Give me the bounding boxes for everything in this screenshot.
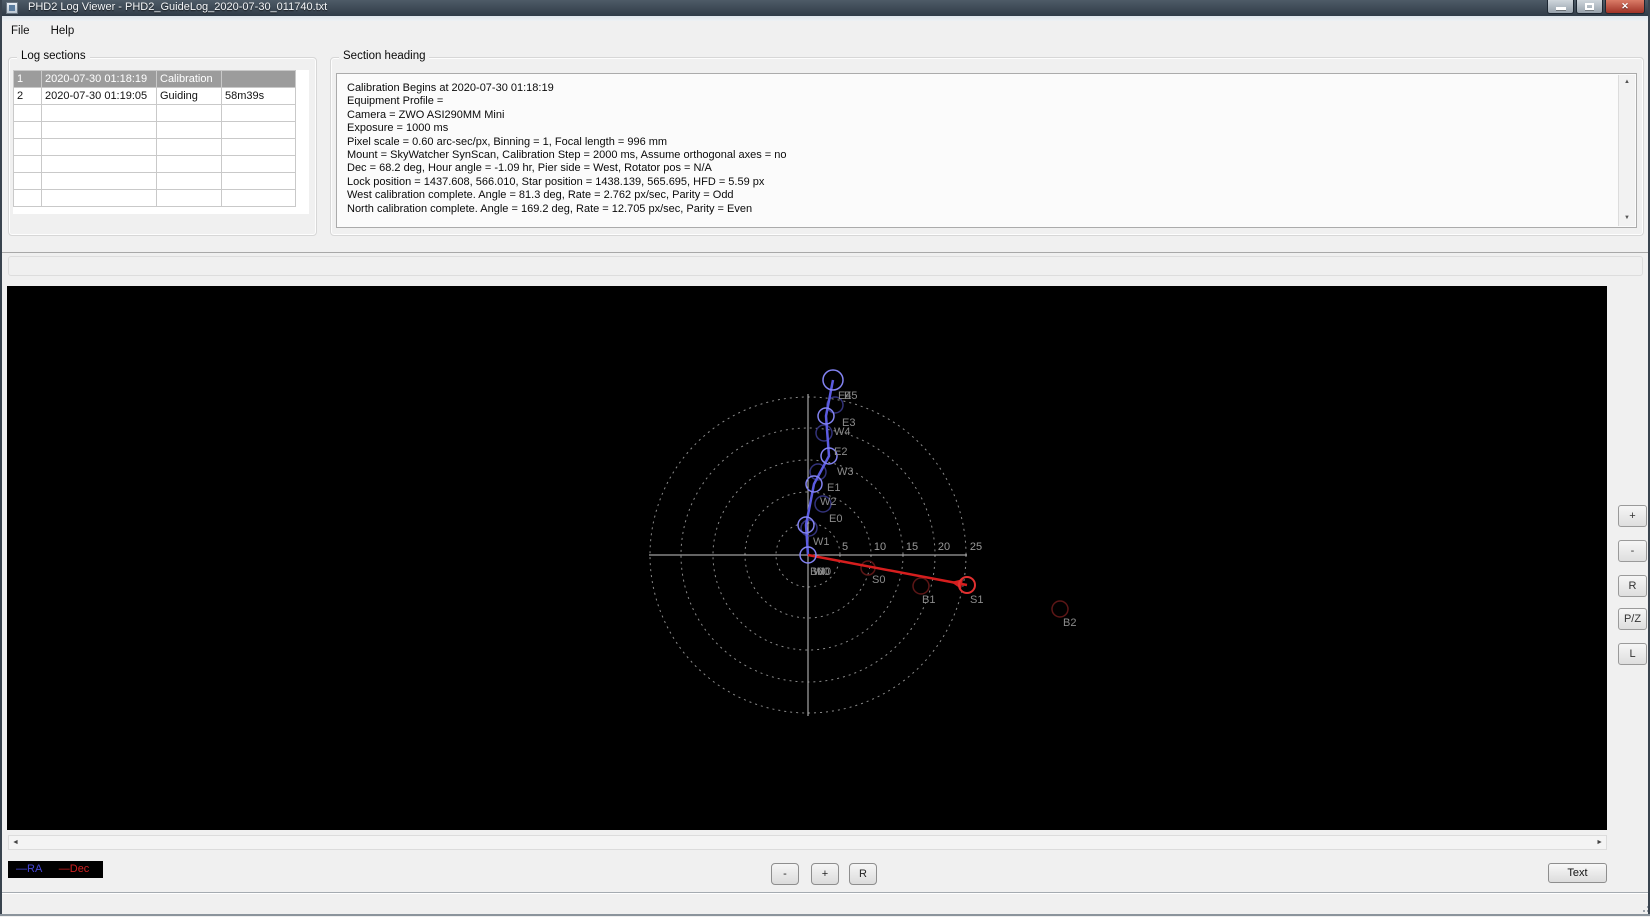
svg-text:10: 10: [874, 541, 886, 553]
scroll-left-icon[interactable]: ◄: [12, 836, 19, 849]
svg-text:B2: B2: [1063, 617, 1076, 629]
collapsed-panel: [8, 256, 1643, 276]
plot-zoom-in-button[interactable]: +: [1618, 505, 1647, 527]
scroll-down-icon[interactable]: ▼: [1619, 211, 1635, 226]
maximize-icon: [1585, 3, 1594, 10]
svg-text:B1: B1: [922, 594, 935, 606]
svg-text:W1: W1: [813, 536, 830, 548]
menu-help[interactable]: Help: [42, 21, 84, 41]
svg-text:W4: W4: [834, 426, 851, 438]
zoom-out-button[interactable]: -: [771, 863, 799, 885]
legend-ra: —RA: [16, 863, 42, 875]
log-section-row[interactable]: 12020-07-30 01:18:19Calibration: [14, 71, 296, 88]
log-section-empty-row: [14, 122, 296, 139]
log-section-empty-row: [14, 156, 296, 173]
svg-text:20: 20: [938, 541, 950, 553]
log-section-empty-row: [14, 139, 296, 156]
section-heading-line: West calibration complete. Angle = 81.3 …: [347, 189, 1614, 202]
scroll-up-icon[interactable]: ▲: [1619, 75, 1635, 90]
reset-button[interactable]: R: [849, 863, 877, 885]
section-heading-line: Mount = SkyWatcher SynScan, Calibration …: [347, 149, 1614, 162]
window-border-left: [0, 0, 2, 916]
section-heading-line: Equipment Profile =: [347, 95, 1614, 108]
svg-text:E2: E2: [834, 446, 847, 458]
svg-text:25: 25: [970, 541, 982, 553]
horizontal-scrollbar[interactable]: ◄ ►: [8, 835, 1607, 850]
minimize-icon: [1556, 7, 1566, 10]
menu-file[interactable]: File: [2, 21, 39, 41]
svg-text:E1: E1: [827, 482, 840, 494]
section-heading-line: Calibration Begins at 2020-07-30 01:18:1…: [347, 82, 1614, 95]
svg-text:W3: W3: [837, 466, 854, 478]
log-section-row[interactable]: 22020-07-30 01:19:05Guiding58m39s: [14, 88, 296, 105]
plot-legend: —RA —Dec: [8, 861, 103, 878]
svg-text:S1: S1: [970, 594, 983, 606]
svg-text:N0: N0: [817, 566, 831, 578]
log-sections-label: Log sections: [17, 50, 90, 62]
zoom-in-button[interactable]: +: [811, 863, 839, 885]
svg-text:E5: E5: [844, 390, 857, 402]
app-icon: [6, 2, 18, 14]
calibration-plot[interactable]: 510152025E4E5E3W4E2W3E1W2E0W1B0W0N0S0B1S…: [7, 286, 1607, 830]
log-sections-table: 12020-07-30 01:18:19Calibration22020-07-…: [13, 70, 296, 207]
pan-zoom-button[interactable]: P/Z: [1618, 608, 1647, 630]
section-heading-line: Exposure = 1000 ms: [347, 122, 1614, 135]
menu-bar: File Help: [0, 21, 1650, 41]
close-button[interactable]: ✕: [1605, 0, 1645, 14]
resize-grip[interactable]: [1643, 910, 1645, 912]
section-heading-label: Section heading: [339, 50, 429, 62]
svg-text:S0: S0: [872, 574, 885, 586]
section-heading-line: Pixel scale = 0.60 arc-sec/px, Binning =…: [347, 136, 1614, 149]
legend-dec: —Dec: [59, 863, 90, 875]
section-heading-line: Camera = ZWO ASI290MM Mini: [347, 109, 1614, 122]
section-heading-line: Dec = 68.2 deg, Hour angle = -1.09 hr, P…: [347, 162, 1614, 175]
scroll-right-icon[interactable]: ►: [1596, 836, 1603, 849]
window-title: PHD2 Log Viewer - PHD2_GuideLog_2020-07-…: [28, 0, 327, 16]
log-section-empty-row: [14, 173, 296, 190]
plot-zoom-out-button[interactable]: -: [1618, 540, 1647, 562]
section-heading-text: Calibration Begins at 2020-07-30 01:18:1…: [347, 82, 1614, 216]
svg-text:15: 15: [906, 541, 918, 553]
plot-reset-button[interactable]: R: [1618, 575, 1647, 597]
log-sections-list[interactable]: 12020-07-30 01:18:19Calibration22020-07-…: [13, 70, 309, 214]
vertical-scrollbar[interactable]: ▲ ▼: [1618, 75, 1635, 226]
log-section-empty-row: [14, 105, 296, 122]
svg-text:5: 5: [842, 541, 848, 553]
section-heading-line: Lock position = 1437.608, 566.010, Star …: [347, 176, 1614, 189]
calibration-plot-svg[interactable]: 510152025E4E5E3W4E2W3E1W2E0W1B0W0N0S0B1S…: [7, 286, 1607, 830]
text-view-button[interactable]: Text: [1548, 863, 1607, 883]
section-heading-line: North calibration complete. Angle = 169.…: [347, 203, 1614, 216]
minimize-button[interactable]: [1547, 0, 1574, 14]
maximize-button[interactable]: [1576, 0, 1603, 14]
separator-line: [0, 252, 1650, 253]
log-section-empty-row: [14, 190, 296, 207]
svg-text:W2: W2: [820, 496, 837, 508]
title-bar: PHD2 Log Viewer - PHD2_GuideLog_2020-07-…: [0, 0, 1650, 17]
section-heading-panel[interactable]: Calibration Begins at 2020-07-30 01:18:1…: [336, 73, 1637, 228]
svg-text:E0: E0: [829, 513, 842, 525]
lock-button[interactable]: L: [1618, 643, 1647, 665]
